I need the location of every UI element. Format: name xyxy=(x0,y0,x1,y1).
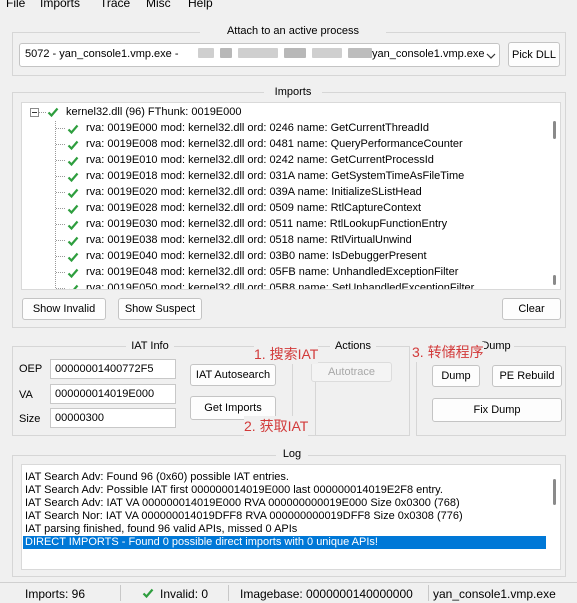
valid-check-icon xyxy=(67,140,79,151)
valid-check-icon xyxy=(69,284,79,289)
module-label: kernel32.dll (96) FThunk: 0019E000 xyxy=(66,106,242,118)
status-invalid: Invalid: 0 xyxy=(160,587,209,601)
import-row-text: rva: 0019E030 mod: kernel32.dll ord: 051… xyxy=(86,218,448,230)
size-label: Size xyxy=(19,413,41,425)
status-divider xyxy=(120,585,121,601)
redacted-block xyxy=(348,48,372,58)
tree-scrollbar[interactable] xyxy=(553,121,556,139)
redacted-block xyxy=(284,48,306,58)
tree-connector xyxy=(39,112,47,113)
oep-field[interactable]: 00000001400772F5 xyxy=(50,359,176,379)
process-select[interactable]: 5072 - yan_console1.vmp.exe - yan_consol… xyxy=(19,43,500,67)
tree-connector xyxy=(56,144,66,145)
valid-check-icon xyxy=(67,124,79,135)
imports-group-title: Imports xyxy=(264,86,322,98)
dump-button[interactable]: Dump xyxy=(432,365,480,387)
status-imports: Imports: 96 xyxy=(25,587,86,601)
clear-button[interactable]: Clear xyxy=(502,298,561,320)
attach-group-title: Attach to an active process xyxy=(200,25,386,37)
import-row-text: rva: 0019E000 mod: kernel32.dll ord: 024… xyxy=(86,122,430,134)
log-line[interactable]: IAT Search Nor: IAT VA 000000014019DFF8 … xyxy=(25,510,463,523)
imports-tree[interactable]: kernel32.dll (96) FThunk: 0019E000 rva: … xyxy=(21,102,561,290)
tree-scrollbar-bottom[interactable] xyxy=(553,275,556,285)
menu-imports[interactable]: Imports xyxy=(40,0,80,10)
valid-check-icon xyxy=(67,156,79,167)
log-list[interactable]: IAT Search Adv: Found 96 (0x60) possible… xyxy=(21,464,561,570)
pick-dll-button[interactable]: Pick DLL xyxy=(508,42,560,67)
menu-bar: File Imports Trace Misc Help xyxy=(0,0,577,14)
tree-connector xyxy=(56,224,66,225)
pe-rebuild-button[interactable]: PE Rebuild xyxy=(492,365,562,387)
valid-check-icon xyxy=(67,268,79,279)
va-field[interactable]: 000000014019E000 xyxy=(50,384,176,404)
tree-connector xyxy=(56,128,66,129)
annotation-dump-program: 3. 转储程序 xyxy=(412,342,484,362)
menu-misc[interactable]: Misc xyxy=(146,0,171,10)
tree-connector xyxy=(56,288,66,289)
redacted-block xyxy=(220,48,232,58)
oep-label: OEP xyxy=(19,363,43,375)
import-row-text: rva: 0019E018 mod: kernel32.dll ord: 031… xyxy=(86,170,465,182)
tree-connector xyxy=(56,240,66,241)
tree-connector xyxy=(56,176,66,177)
log-line[interactable]: IAT Search Adv: Possible IAT first 00000… xyxy=(25,484,443,497)
autotrace-button[interactable]: Autotrace xyxy=(311,362,392,382)
show-invalid-button[interactable]: Show Invalid xyxy=(22,298,106,320)
valid-check-icon xyxy=(67,220,79,231)
va-label: VA xyxy=(19,389,33,401)
valid-check-icon xyxy=(67,252,79,263)
valid-check-icon xyxy=(67,172,79,183)
log-line[interactable]: IAT Search Adv: Found 96 (0x60) possible… xyxy=(25,471,289,484)
tree-connector xyxy=(56,192,66,193)
tree-connector xyxy=(55,121,56,289)
show-suspect-button[interactable]: Show Suspect xyxy=(118,298,202,320)
log-title: Log xyxy=(276,448,308,460)
menu-help[interactable]: Help xyxy=(188,0,213,10)
tree-connector xyxy=(56,160,66,161)
log-line[interactable]: IAT Search Adv: IAT VA 000000014019E000 … xyxy=(25,497,460,510)
tree-connector xyxy=(56,256,66,257)
import-row-text: rva: 0019E048 mod: kernel32.dll ord: 05F… xyxy=(86,266,459,278)
status-imagebase: Imagebase: 0000000140000000 xyxy=(240,587,413,601)
annotation-search-iat: 1. 搜索IAT xyxy=(254,344,319,364)
redacted-block xyxy=(238,48,278,58)
process-select-value: 5072 - yan_console1.vmp.exe - xyxy=(25,48,179,60)
menu-file[interactable]: File xyxy=(6,0,25,10)
status-module: yan_console1.vmp.exe xyxy=(433,587,556,601)
chevron-down-icon xyxy=(486,53,496,59)
fix-dump-button[interactable]: Fix Dump xyxy=(432,398,562,422)
actions-title: Actions xyxy=(330,340,376,352)
valid-check-icon xyxy=(67,236,79,247)
status-divider xyxy=(428,585,429,601)
menu-trace[interactable]: Trace xyxy=(100,0,130,10)
log-line[interactable]: IAT parsing finished, found 96 valid API… xyxy=(25,523,297,536)
log-line-selected[interactable]: DIRECT IMPORTS - Found 0 possible direct… xyxy=(23,536,546,549)
import-row-text: rva: 0019E038 mod: kernel32.dll ord: 051… xyxy=(86,234,412,246)
log-scrollbar[interactable] xyxy=(553,479,556,505)
status-bar: Imports: 96 Invalid: 0 Imagebase: 000000… xyxy=(0,582,577,603)
import-row-text: rva: 0019E028 mod: kernel32.dll ord: 050… xyxy=(86,202,422,214)
import-row-text: rva: 0019E040 mod: kernel32.dll ord: 03B… xyxy=(86,250,427,262)
status-divider xyxy=(228,585,229,601)
annotation-get-iat: 2. 获取IAT xyxy=(244,416,309,436)
size-field[interactable]: 00000300 xyxy=(50,408,176,428)
tree-connector xyxy=(56,208,66,209)
iat-autosearch-button[interactable]: IAT Autosearch xyxy=(190,364,276,386)
tree-connector xyxy=(56,272,66,273)
import-row-text: rva: 0019E050 mod: kernel32.dll ord: 05B… xyxy=(86,282,475,290)
valid-check-icon xyxy=(67,188,79,199)
import-row-text: rva: 0019E010 mod: kernel32.dll ord: 024… xyxy=(86,154,434,166)
valid-check-icon xyxy=(47,107,59,118)
valid-check-icon xyxy=(142,588,154,599)
import-row-text: rva: 0019E020 mod: kernel32.dll ord: 039… xyxy=(86,186,422,198)
collapse-icon[interactable] xyxy=(30,108,39,117)
redacted-block xyxy=(312,48,342,58)
valid-check-icon xyxy=(67,204,79,215)
iat-info-title: IAT Info xyxy=(126,340,174,352)
process-select-suffix: yan_console1.vmp.exe xyxy=(372,48,485,60)
import-row-text: rva: 0019E008 mod: kernel32.dll ord: 048… xyxy=(86,138,463,150)
redacted-block xyxy=(198,48,214,58)
